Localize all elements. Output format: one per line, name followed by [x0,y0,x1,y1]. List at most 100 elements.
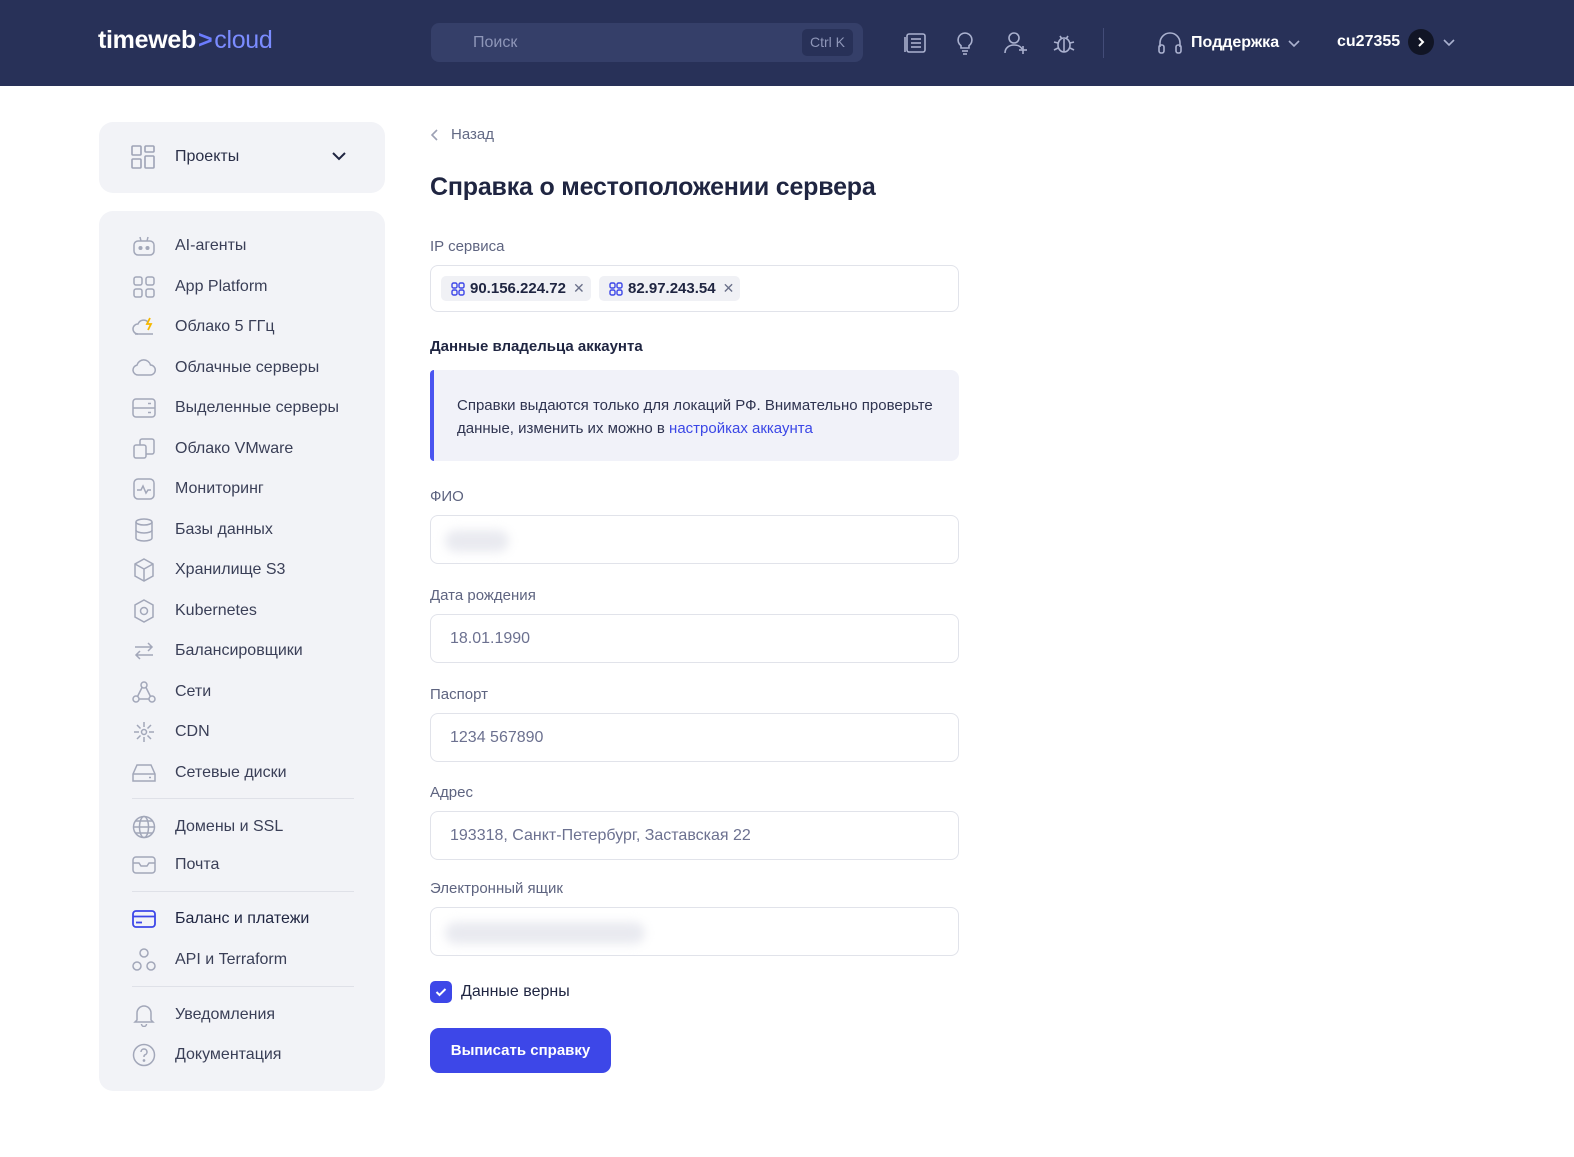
ip-chip[interactable]: 82.97.243.54 ✕ [599,276,741,301]
timeweb-cloud-logo[interactable]: timeweb > cloud [98,26,273,55]
sidebar-item-domains-ssl[interactable]: Домены и SSL [99,812,385,842]
fio-label: ФИО [430,488,464,505]
sidebar-item-balance-payments[interactable]: Баланс и платежи [99,904,385,934]
chevron-right-icon [1418,37,1425,47]
sidebar-item-documentation[interactable]: Документация [99,1040,385,1070]
bell-icon [132,1003,156,1027]
sidebar-item-storage-s3[interactable]: Хранилище S3 [99,555,385,585]
ip-chip-value: 90.156.224.72 [470,280,566,297]
sidebar-item-app-platform[interactable]: App Platform [99,272,385,302]
api-icon [132,948,156,972]
vmware-icon [132,437,156,461]
cloud-bolt-icon [132,315,156,339]
passport-label: Паспорт [430,686,488,703]
data-confirm-checkbox[interactable]: Данные верны [430,981,570,1003]
search-input[interactable] [431,23,791,62]
card-icon [132,907,156,931]
monitoring-icon [132,477,156,501]
headset-icon [1158,32,1182,54]
search-shortcut-hint: Ctrl K [802,29,853,56]
passport-field[interactable]: 1234 567890 [430,713,959,762]
sidebar-item-databases[interactable]: Базы данных [99,515,385,545]
sidebar-item-network-disks[interactable]: Сетевые диски [99,758,385,788]
page-title: Справка о местоположении сервера [430,173,876,201]
remove-chip-icon[interactable]: ✕ [723,280,735,297]
user-menu[interactable]: cu27355 [1337,27,1456,57]
remove-chip-icon[interactable]: ✕ [573,280,585,297]
servers-icon [609,281,623,296]
projects-selector[interactable]: Проекты [99,122,385,193]
redacted-value [445,922,645,944]
balancer-icon [132,639,156,663]
sidebar-item-notifications[interactable]: Уведомления [99,1000,385,1030]
issue-certificate-button[interactable]: Выписать справку [430,1028,611,1073]
sidebar-divider [132,891,354,892]
email-label: Электронный ящик [430,880,563,897]
help-icon [132,1043,156,1067]
sidebar-item-monitoring[interactable]: Мониторинг [99,474,385,504]
lightbulb-icon[interactable] [951,29,979,57]
cdn-icon [132,720,156,744]
top-navigation-bar: timeweb>cloud Ctrl K Поддержка cu27355 [0,0,1574,86]
sidebar-item-mail[interactable]: Почта [99,850,385,880]
grid-icon [131,145,155,174]
disk-icon [132,761,156,785]
birth-date-label: Дата рождения [430,587,536,604]
ip-chip[interactable]: 90.156.224.72 ✕ [441,276,591,301]
server-icon [132,396,156,420]
network-icon [132,680,156,704]
sidebar-item-ai-agents[interactable]: AI-агенты [99,231,385,261]
sidebar-item-balancers[interactable]: Балансировщики [99,636,385,666]
info-notice: Справки выдаются только для локаций РФ. … [430,370,959,461]
checkbox-checked[interactable] [430,981,452,1003]
database-icon [132,518,156,542]
sidebar-divider [132,798,354,799]
address-field[interactable]: 193318, Санкт-Петербург, Заставская 22 [430,811,959,860]
sidebar-item-kubernetes[interactable]: Kubernetes [99,596,385,626]
ip-service-multiselect[interactable]: 90.156.224.72 ✕ 82.97.243.54 ✕ [430,265,959,312]
chevron-down-icon [1443,39,1455,47]
sidebar-item-cloud-5ghz[interactable]: Облако 5 ГГц [99,312,385,342]
sidebar-item-cdn[interactable]: CDN [99,717,385,747]
support-label: Поддержка [1191,34,1280,51]
globe-icon [132,815,156,839]
chevron-down-icon [331,149,347,167]
cube-icon [132,558,156,582]
owner-section-title: Данные владельца аккаунта [430,338,643,355]
projects-label: Проекты [175,148,240,165]
sidebar-menu: AI-агенты App Platform Облако 5 ГГц Обла… [99,211,385,1091]
support-menu[interactable]: Поддержка [1157,29,1301,57]
account-settings-link[interactable]: настройках аккаунта [669,420,813,437]
chevron-left-icon [431,128,438,141]
search-bar: Ctrl K [431,23,863,62]
user-arrow-button[interactable] [1408,29,1435,55]
back-label: Назад [451,126,494,143]
grid-icon [132,275,156,299]
birth-date-field[interactable]: 18.01.1990 [430,614,959,663]
sidebar-item-api-terraform[interactable]: API и Terraform [99,945,385,975]
cloud-icon [132,356,156,380]
confirm-label: Данные верны [461,983,570,1000]
check-icon [435,988,447,997]
chevron-down-icon [1288,40,1300,48]
kubernetes-icon [132,599,156,623]
sidebar-divider [132,986,354,987]
address-label: Адрес [430,784,473,801]
news-icon[interactable] [902,29,930,57]
ip-service-label: IP сервиса [430,238,505,255]
email-field[interactable] [430,907,959,956]
fio-field[interactable] [430,515,959,564]
sidebar-item-dedicated-servers[interactable]: Выделенные серверы [99,393,385,423]
user-name: cu27355 [1337,33,1401,50]
bug-icon[interactable] [1050,29,1078,57]
mail-icon [132,853,156,877]
sidebar-item-cloud-vmware[interactable]: Облако VMware [99,434,385,464]
back-link[interactable]: Назад [431,126,494,143]
ip-chip-value: 82.97.243.54 [628,280,716,297]
sidebar-item-cloud-servers[interactable]: Облачные серверы [99,353,385,383]
robot-icon [132,234,156,258]
add-user-icon[interactable] [1002,29,1030,57]
sidebar-item-networks[interactable]: Сети [99,677,385,707]
redacted-value [445,530,509,552]
header-divider [1103,28,1104,58]
